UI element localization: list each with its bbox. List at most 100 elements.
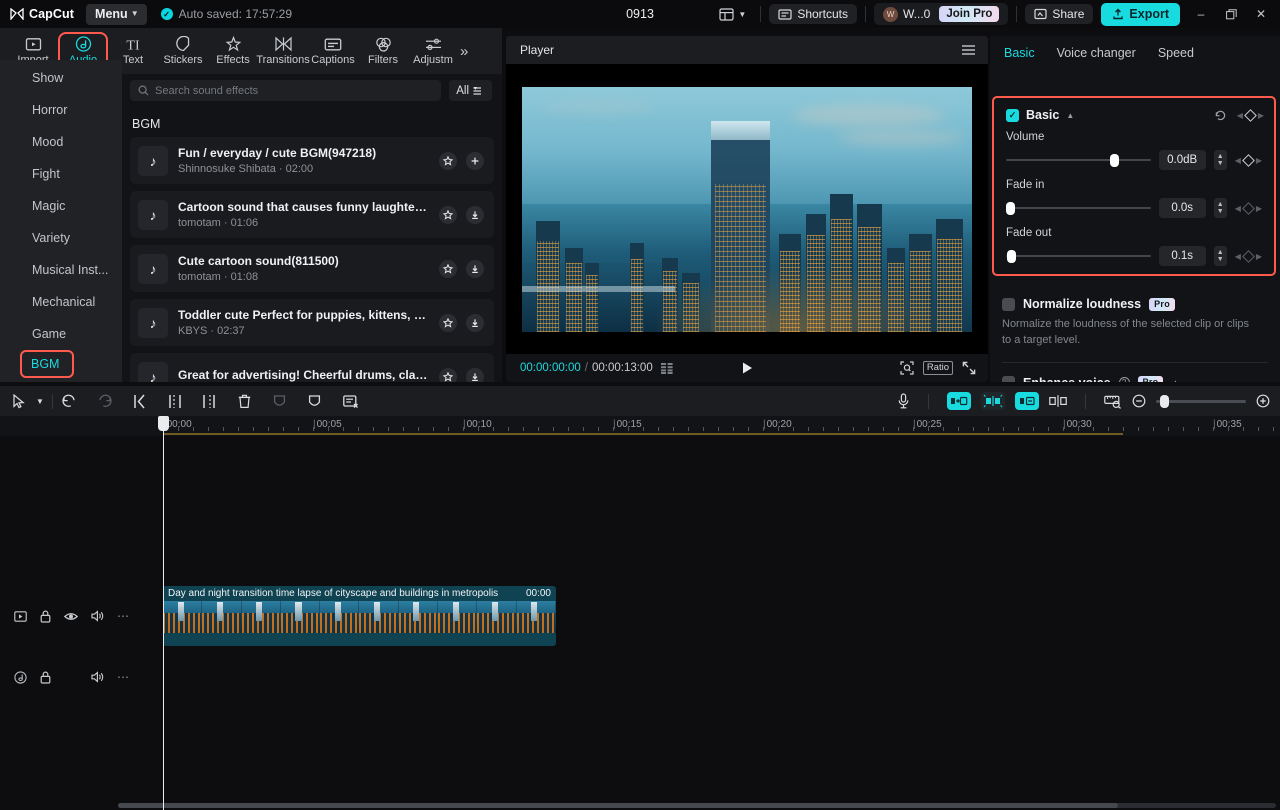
favorite-icon[interactable] xyxy=(439,368,457,383)
video-track-icon[interactable] xyxy=(14,611,27,622)
trash-icon[interactable] xyxy=(238,394,251,409)
timeline[interactable]: 00:00 00:05 00:10 00:15 00:20 00:25 00:3… xyxy=(0,416,1280,810)
tab-basic[interactable]: Basic xyxy=(1004,46,1035,60)
minimize-button[interactable]: – xyxy=(1186,0,1216,28)
timeline-scrollbar[interactable] xyxy=(118,803,1276,808)
reset-icon[interactable] xyxy=(1214,109,1227,122)
fade-in-slider[interactable] xyxy=(1006,202,1151,214)
download-icon[interactable] xyxy=(466,368,484,383)
play-button[interactable] xyxy=(740,361,754,375)
link-icon[interactable] xyxy=(1049,394,1067,408)
share-button[interactable]: Share xyxy=(1025,4,1093,24)
tool-tab-transitions[interactable]: Transitions xyxy=(258,33,308,69)
category-mechanical[interactable]: Mechanical xyxy=(0,286,122,318)
question-icon[interactable]: ? xyxy=(1119,377,1130,382)
trim-right-icon[interactable] xyxy=(203,394,216,409)
list-item[interactable]: ♪ Toddler cute Perfect for puppies, kitt… xyxy=(130,299,494,346)
more-icon[interactable]: ⋯ xyxy=(117,609,129,623)
speaker-icon[interactable] xyxy=(91,671,104,683)
select-tool-dropdown-icon[interactable]: ▼ xyxy=(36,397,44,406)
tool-tab-stickers[interactable]: Stickers xyxy=(158,33,208,69)
volume-slider[interactable] xyxy=(1006,154,1151,166)
search-input[interactable]: Search sound effects xyxy=(130,80,441,101)
list-item[interactable]: ♪ Fun / everyday / cute BGM(947218) Shin… xyxy=(130,137,494,184)
shield-icon[interactable] xyxy=(308,394,321,409)
slider-knob[interactable] xyxy=(1006,202,1015,215)
keyframe-next-icon[interactable]: ▶ xyxy=(1258,111,1264,120)
list-item[interactable]: ♪ Cute cartoon sound(811500) tomotam · 0… xyxy=(130,245,494,292)
fade-out-slider[interactable] xyxy=(1006,250,1151,262)
volume-keyframe[interactable]: ◀ ▶ xyxy=(1235,156,1262,165)
tab-speed[interactable]: Speed xyxy=(1158,46,1194,60)
category-game[interactable]: Game xyxy=(0,318,122,350)
download-icon[interactable] xyxy=(466,206,484,224)
keyframe-prev-icon[interactable]: ◀ xyxy=(1235,156,1241,165)
favorite-icon[interactable] xyxy=(439,206,457,224)
category-fight[interactable]: Fight xyxy=(0,158,122,190)
favorite-icon[interactable] xyxy=(439,314,457,332)
enhance-voice-row[interactable]: Enhance voice ? Pro ▲ xyxy=(990,363,1280,382)
zoom-slider-knob[interactable] xyxy=(1160,395,1169,408)
download-icon[interactable] xyxy=(466,314,484,332)
export-button[interactable]: Export xyxy=(1101,3,1180,26)
keyframe-prev-icon[interactable]: ◀ xyxy=(1237,111,1243,120)
eye-icon[interactable] xyxy=(64,611,78,622)
playhead[interactable] xyxy=(163,416,164,810)
category-horror[interactable]: Horror xyxy=(0,94,122,126)
select-tool-icon[interactable] xyxy=(12,394,26,409)
volume-stepper[interactable]: ▲▼ xyxy=(1214,150,1227,170)
audio-track-icon[interactable] xyxy=(14,671,27,684)
category-magic[interactable]: Magic xyxy=(0,190,122,222)
more-icon[interactable]: ⋯ xyxy=(117,670,129,684)
fade-in-stepper[interactable]: ▲▼ xyxy=(1214,198,1227,218)
redo-icon[interactable] xyxy=(97,394,113,408)
zoom-in-icon[interactable] xyxy=(1256,394,1270,408)
tool-tab-adjustment[interactable]: Adjustm xyxy=(408,34,458,69)
basic-checkbox[interactable]: ✓ xyxy=(1006,109,1019,122)
undo-icon[interactable] xyxy=(61,394,77,408)
tool-tab-filters[interactable]: Filters xyxy=(358,34,408,69)
speaker-icon[interactable] xyxy=(91,610,104,622)
keyframe-next-icon[interactable]: ▶ xyxy=(1256,156,1262,165)
account-button[interactable]: W W...0 Join Pro xyxy=(874,3,1008,25)
layout-button[interactable]: ▼ xyxy=(713,5,752,24)
keyframe-control[interactable]: ◀ ▶ xyxy=(1237,111,1264,120)
quality-bars-icon[interactable] xyxy=(661,363,675,374)
crop-icon[interactable] xyxy=(343,394,359,409)
normalize-checkbox[interactable] xyxy=(1002,298,1015,311)
close-button[interactable]: ✕ xyxy=(1246,0,1276,28)
category-mood[interactable]: Mood xyxy=(0,126,122,158)
keyframe-diamond-icon[interactable] xyxy=(1244,109,1257,122)
maximize-button[interactable] xyxy=(1216,0,1246,28)
category-bgm[interactable]: BGM xyxy=(20,350,74,378)
tool-tab-effects[interactable]: Effects xyxy=(208,33,258,69)
lock-icon[interactable] xyxy=(40,610,51,623)
timeline-ruler[interactable]: 00:00 00:05 00:10 00:15 00:20 00:25 00:3… xyxy=(0,416,1280,436)
slider-knob[interactable] xyxy=(1007,250,1016,263)
zoom-fit-icon[interactable] xyxy=(900,361,914,375)
category-show[interactable]: Show xyxy=(0,62,122,94)
join-pro-button[interactable]: Join Pro xyxy=(939,6,999,22)
tab-voice-changer[interactable]: Voice changer xyxy=(1057,46,1136,60)
chevron-up-icon[interactable]: ▲ xyxy=(1171,378,1179,382)
enhance-checkbox[interactable] xyxy=(1002,376,1015,382)
chevron-up-icon[interactable]: ▲ xyxy=(1066,111,1074,120)
timeline-scrollbar-thumb[interactable] xyxy=(118,803,1118,808)
cut-left-icon[interactable] xyxy=(947,392,971,410)
cut-both-icon[interactable] xyxy=(981,392,1005,410)
fullscreen-icon[interactable] xyxy=(962,361,976,375)
microphone-icon[interactable] xyxy=(897,393,910,409)
add-to-timeline-icon[interactable] xyxy=(466,152,484,170)
favorite-icon[interactable] xyxy=(439,260,457,278)
normalize-loudness-row[interactable]: Normalize loudness Pro xyxy=(990,284,1280,311)
category-variety[interactable]: Variety xyxy=(0,222,122,254)
hamburger-icon[interactable] xyxy=(961,44,976,56)
lock-icon[interactable] xyxy=(40,671,51,684)
playhead-handle[interactable] xyxy=(158,416,169,431)
fade-out-stepper[interactable]: ▲▼ xyxy=(1214,246,1227,266)
volume-value[interactable]: 0.0dB xyxy=(1159,150,1206,170)
video-preview[interactable] xyxy=(522,87,972,332)
menu-button[interactable]: Menu ▼ xyxy=(86,4,147,25)
cut-right-icon[interactable] xyxy=(1015,392,1039,410)
fade-out-value[interactable]: 0.1s xyxy=(1159,246,1206,266)
